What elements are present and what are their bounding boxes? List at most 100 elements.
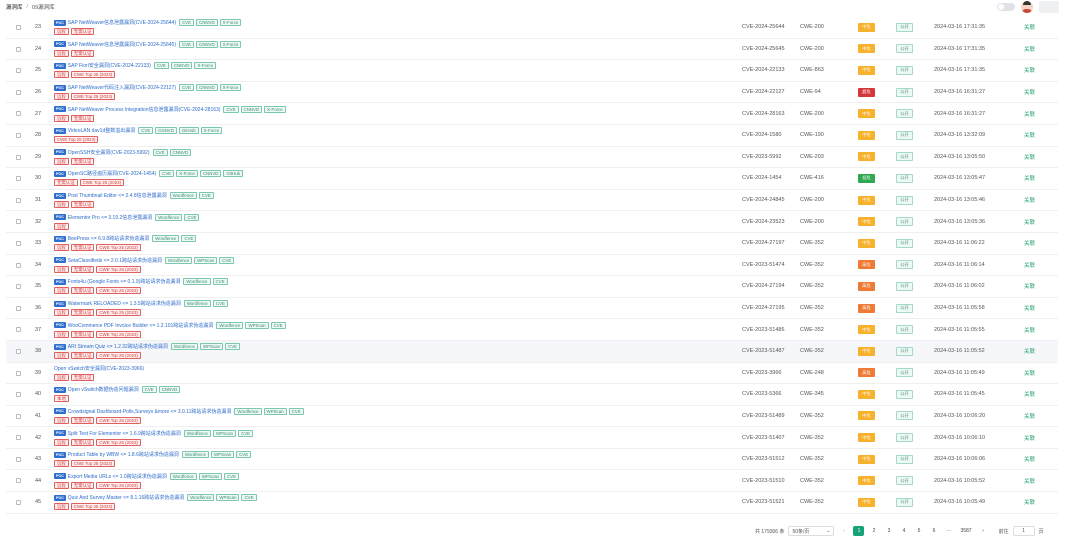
associate-link[interactable]: 关联 xyxy=(1024,341,1040,362)
vuln-title-link[interactable]: Product Table by WBW <= 1.8.6跨站请求伪造漏洞 xyxy=(68,451,179,458)
table-row[interactable]: 26 POC SAP NetWeaver代码注入漏洞(CVE-2024-22127)… xyxy=(6,82,1058,104)
associate-link[interactable]: 关联 xyxy=(1024,39,1040,60)
table-row[interactable]: 42 POC Split Test For Elementor <= 1.6.9跨站… xyxy=(6,427,1058,449)
row-checkbox[interactable] xyxy=(16,46,21,52)
vuln-title-link[interactable]: SAP NetWeaver代码注入漏洞(CVE-2024-22127) xyxy=(68,84,176,91)
associate-link[interactable]: 关联 xyxy=(1024,427,1040,448)
table-row[interactable]: 25 POC SAP Fiori安全漏洞(CVE-2024-22133) CVE CNN… xyxy=(6,60,1058,82)
page-button[interactable]: 6 xyxy=(928,526,939,536)
associate-link[interactable]: 关联 xyxy=(1024,17,1040,38)
table-row[interactable]: 33 POC BeePress <= 6.9.8跨站请求伪造漏洞 Wordfence C… xyxy=(6,233,1058,255)
notification-icon[interactable] xyxy=(1039,1,1059,13)
vuln-title-link[interactable]: ARI Stream Quiz <= 1.2.32跨站请求伪造漏洞 xyxy=(68,343,168,350)
prev-page-icon[interactable]: ‹ xyxy=(838,526,849,536)
vuln-title-link[interactable]: Crowdsignal Dashboard-Polls,Surveys &mor… xyxy=(68,408,232,415)
associate-link[interactable]: 关联 xyxy=(1024,255,1040,276)
table-row[interactable]: 23 POC SAP NetWeaver信息泄露漏洞(CVE-2024-25644)… xyxy=(6,17,1058,39)
vuln-title-link[interactable]: BeePress <= 6.9.8跨站请求伪造漏洞 xyxy=(68,235,149,242)
row-checkbox[interactable] xyxy=(16,176,21,182)
associate-link[interactable]: 关联 xyxy=(1024,103,1040,124)
table-row[interactable]: 40 POC Open vSwitch数据伪造问题漏洞 CVE CNNVD 本地 CVE-2… xyxy=(6,384,1058,406)
row-checkbox[interactable] xyxy=(16,456,21,462)
row-checkbox[interactable] xyxy=(16,25,21,30)
table-row[interactable]: 38 POC ARI Stream Quiz <= 1.2.32跨站请求伪造漏洞 Wo… xyxy=(6,340,1058,363)
page-button[interactable]: 2 xyxy=(868,526,879,536)
associate-link[interactable]: 关联 xyxy=(1024,147,1040,168)
goto-page-input[interactable]: 1 xyxy=(1012,526,1035,536)
row-checkbox[interactable] xyxy=(16,327,21,333)
vuln-title-link[interactable]: SAP NetWeaver信息泄露漏洞(CVE-2024-25644) xyxy=(68,19,176,26)
vuln-title-link[interactable]: Elementor Pro <= 3.19.2信息泄露漏洞 xyxy=(68,214,152,221)
vuln-title-link[interactable]: SAP NetWeaver信息泄露漏洞(CVE-2024-25645) xyxy=(68,41,176,48)
vuln-title-link[interactable]: SAP NetWeaver Process Integration信息泄露漏洞(… xyxy=(68,106,221,113)
vuln-title-link[interactable]: Quiz And Survey Master <= 8.1.16跨站请求伪造漏洞 xyxy=(68,494,184,501)
associate-link[interactable]: 关联 xyxy=(1024,276,1040,297)
table-row[interactable]: 39 Open vSwitch安全漏洞(CVE-2023-3966) 远程 无需认证 C… xyxy=(6,363,1058,385)
vuln-title-link[interactable]: OpenSC路径遍历漏洞(CVE-2024-1454) xyxy=(68,170,156,177)
vuln-title-link[interactable]: OpenSSH安全漏洞(CVE-2023-5992) xyxy=(68,149,150,156)
table-row[interactable]: 41 POC Crowdsignal Dashboard-Polls,Surveys… xyxy=(6,406,1058,428)
associate-link[interactable]: 关联 xyxy=(1024,449,1040,470)
associate-link[interactable]: 关联 xyxy=(1024,492,1040,513)
associate-link[interactable]: 关联 xyxy=(1024,233,1040,254)
vuln-title-link[interactable]: Fonts4u (Google Fonts <= 0.1.9)跨站请求伪造漏洞 xyxy=(68,278,181,285)
row-checkbox[interactable] xyxy=(16,240,21,246)
table-row[interactable]: 32 POC Elementor Pro <= 3.19.2信息泄露漏洞 Wordfe… xyxy=(6,211,1058,233)
associate-link[interactable]: 关联 xyxy=(1024,125,1040,146)
row-checkbox[interactable] xyxy=(16,89,21,95)
row-checkbox[interactable] xyxy=(16,132,21,138)
table-row[interactable]: 36 POC Watermark RELOADED <= 1.3.5跨站请求伪造漏洞… xyxy=(6,298,1058,320)
table-row[interactable]: 45 POC Quiz And Survey Master <= 8.1.16跨站请… xyxy=(6,492,1058,514)
vuln-title-link[interactable]: VideoLAN dav1d整数溢出漏洞 xyxy=(68,127,135,134)
page-button[interactable]: 1 xyxy=(853,526,865,536)
page-button[interactable]: 3 xyxy=(883,526,894,536)
avatar[interactable] xyxy=(1021,1,1033,13)
row-checkbox[interactable] xyxy=(16,111,21,117)
table-row[interactable]: 29 POC OpenSSH安全漏洞(CVE-2023-5992) CVE CNNVD 远… xyxy=(6,147,1058,169)
breadcrumb-root[interactable]: 漏洞库 xyxy=(6,3,23,11)
page-button[interactable]: 4 xyxy=(898,526,909,536)
row-checkbox[interactable] xyxy=(16,500,21,506)
vuln-title-link[interactable]: WooCommerce PDF Invoice Builder <= 1.2.1… xyxy=(68,322,214,329)
table-row[interactable]: 43 POC Product Table by WBW <= 1.8.6跨站请求伪造… xyxy=(6,449,1058,471)
theme-toggle[interactable] xyxy=(997,3,1015,11)
associate-link[interactable]: 关联 xyxy=(1024,211,1040,232)
table-row[interactable]: 30 POC OpenSC路径遍历漏洞(CVE-2024-1454) CVE X-For… xyxy=(6,168,1058,190)
table-row[interactable]: 37 POC WooCommerce PDF Invoice Builder <= … xyxy=(6,319,1058,341)
vuln-title-link[interactable]: Post Thumbnail Editor <= 2.4.8信息泄露漏洞 xyxy=(68,192,167,199)
associate-link[interactable]: 关联 xyxy=(1024,190,1040,211)
table-row[interactable]: 24 POC SAP NetWeaver信息泄露漏洞(CVE-2024-25645)… xyxy=(6,39,1058,61)
row-checkbox[interactable] xyxy=(16,392,21,398)
next-page-icon[interactable]: › xyxy=(978,526,989,536)
vuln-title-link[interactable]: Split Test For Elementor <= 1.6.9跨站请求伪造漏… xyxy=(68,430,181,437)
last-page-button[interactable]: 3587 xyxy=(958,526,973,536)
table-row[interactable]: 44 POC Export Media URLs <= 1.0跨站请求伪造漏洞 Wor… xyxy=(6,470,1058,493)
associate-link[interactable]: 关联 xyxy=(1024,319,1040,340)
row-checkbox[interactable] xyxy=(16,413,21,419)
table-row[interactable]: 28 POC VideoLAN dav1d整数溢出漏洞 CVE CNNVD GitHub X… xyxy=(6,125,1058,147)
associate-link[interactable]: 关联 xyxy=(1024,363,1040,384)
table-row[interactable]: 31 POC Post Thumbnail Editor <= 2.4.8信息泄露漏… xyxy=(6,190,1058,212)
row-checkbox[interactable] xyxy=(16,68,21,74)
row-checkbox[interactable] xyxy=(16,478,21,484)
page-button[interactable]: 5 xyxy=(913,526,924,536)
row-checkbox[interactable] xyxy=(16,284,21,290)
row-checkbox[interactable] xyxy=(16,197,21,203)
row-checkbox[interactable] xyxy=(16,262,21,268)
row-checkbox[interactable] xyxy=(16,154,21,160)
row-checkbox[interactable] xyxy=(16,348,21,354)
table-row[interactable]: 27 POC SAP NetWeaver Process Integration信息… xyxy=(6,103,1058,125)
row-checkbox[interactable] xyxy=(16,435,21,441)
page-size-select[interactable]: 50条/页 ⌄ xyxy=(788,526,835,536)
table-row[interactable]: 34 POC SetaClassifieds <= 2.0.1跨站请求伪造漏洞 Wor… xyxy=(6,255,1058,277)
vuln-title-link[interactable]: Export Media URLs <= 1.0跨站请求伪造漏洞 xyxy=(68,473,167,480)
row-checkbox[interactable] xyxy=(16,370,21,376)
associate-link[interactable]: 关联 xyxy=(1024,168,1040,189)
associate-link[interactable]: 关联 xyxy=(1024,406,1040,427)
table-row[interactable]: 35 POC Fonts4u (Google Fonts <= 0.1.9)跨站请求… xyxy=(6,276,1058,298)
vuln-title-link[interactable]: Open vSwitch安全漏洞(CVE-2023-3966) xyxy=(54,365,144,372)
vuln-title-link[interactable]: SAP Fiori安全漏洞(CVE-2024-22133) xyxy=(68,62,151,69)
associate-link[interactable]: 关联 xyxy=(1024,470,1040,491)
vuln-title-link[interactable]: Open vSwitch数据伪造问题漏洞 xyxy=(68,386,139,393)
row-checkbox[interactable] xyxy=(16,219,21,225)
